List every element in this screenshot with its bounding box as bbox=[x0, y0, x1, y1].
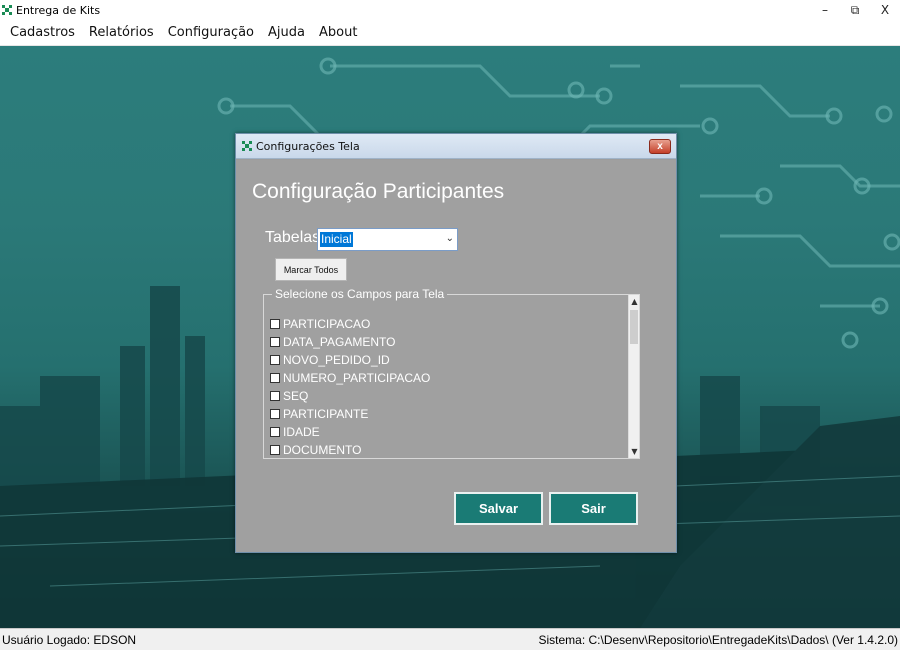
menu-ajuda[interactable]: Ajuda bbox=[261, 25, 312, 40]
fields-group-label: Selecione os Campos para Tela bbox=[272, 287, 448, 301]
config-dialog: Configurações Tela x Configuração Partic… bbox=[235, 133, 677, 553]
minimize-button[interactable]: – bbox=[810, 0, 840, 20]
field-item-documento[interactable]: DOCUMENTO bbox=[270, 441, 625, 459]
chevron-down-icon[interactable]: ⌄ bbox=[446, 233, 454, 244]
menu-bar: Cadastros Relatórios Configuração Ajuda … bbox=[0, 20, 900, 46]
app-title: Entrega de Kits bbox=[16, 3, 101, 17]
field-label: IDADE bbox=[283, 425, 320, 439]
fields-checklist: PARTICIPACAO DATA_PAGAMENTO NOVO_PEDIDO_… bbox=[270, 315, 625, 459]
fields-groupbox: Selecione os Campos para Tela PARTICIPAC… bbox=[263, 287, 640, 459]
close-button[interactable]: X bbox=[870, 0, 900, 20]
scroll-thumb[interactable] bbox=[630, 310, 638, 344]
dialog-body: Configuração Participantes Tabelas Inici… bbox=[236, 160, 676, 552]
dialog-titlebar[interactable]: Configurações Tela x bbox=[236, 134, 676, 159]
tabelas-select[interactable]: Inicial ⌄ bbox=[317, 228, 458, 251]
field-item-numero-participacao[interactable]: NUMERO_PARTICIPACAO bbox=[270, 369, 625, 387]
scroll-up-icon[interactable]: ▲ bbox=[629, 296, 640, 307]
field-label: DATA_PAGAMENTO bbox=[283, 335, 396, 349]
checkbox[interactable] bbox=[270, 337, 280, 347]
dialog-title: Configurações Tela bbox=[256, 139, 360, 153]
field-item-data-pagamento[interactable]: DATA_PAGAMENTO bbox=[270, 333, 625, 351]
field-label: PARTICIPACAO bbox=[283, 317, 371, 331]
window-controls: – ⧉ X bbox=[810, 0, 900, 20]
field-item-novo-pedido-id[interactable]: NOVO_PEDIDO_ID bbox=[270, 351, 625, 369]
status-system: Sistema: C:\Desenv\Repositorio\Entregade… bbox=[538, 632, 898, 647]
field-item-participante[interactable]: PARTICIPANTE bbox=[270, 405, 625, 423]
restore-button[interactable]: ⧉ bbox=[840, 0, 870, 20]
app-titlebar[interactable]: Entrega de Kits – ⧉ X bbox=[0, 0, 900, 20]
menu-relatorios[interactable]: Relatórios bbox=[82, 25, 161, 40]
status-bar: Usuário Logado: EDSON Sistema: C:\Desenv… bbox=[0, 628, 900, 650]
menu-cadastros[interactable]: Cadastros bbox=[3, 25, 82, 40]
field-label: DOCUMENTO bbox=[283, 443, 362, 457]
status-user: Usuário Logado: EDSON bbox=[2, 632, 137, 647]
sair-button[interactable]: Sair bbox=[549, 492, 638, 525]
field-label: NOVO_PEDIDO_ID bbox=[283, 353, 390, 367]
checkbox[interactable] bbox=[270, 409, 280, 419]
field-item-seq[interactable]: SEQ bbox=[270, 387, 625, 405]
field-label: PARTICIPANTE bbox=[283, 407, 369, 421]
field-label: SEQ bbox=[283, 389, 309, 403]
fields-scrollbar[interactable]: ▲ ▼ bbox=[628, 295, 639, 458]
app-logo-icon bbox=[2, 5, 12, 15]
checkbox[interactable] bbox=[270, 427, 280, 437]
dialog-close-button[interactable]: x bbox=[649, 139, 671, 154]
marcar-todos-button[interactable]: Marcar Todos bbox=[275, 258, 347, 281]
scroll-down-icon[interactable]: ▼ bbox=[629, 446, 640, 457]
tabelas-select-value: Inicial bbox=[320, 232, 353, 247]
menu-about[interactable]: About bbox=[312, 25, 364, 40]
salvar-button[interactable]: Salvar bbox=[454, 492, 543, 525]
field-label: NUMERO_PARTICIPACAO bbox=[283, 371, 431, 385]
checkbox[interactable] bbox=[270, 373, 280, 383]
dialog-heading: Configuração Participantes bbox=[252, 180, 505, 203]
field-item-idade[interactable]: IDADE bbox=[270, 423, 625, 441]
checkbox[interactable] bbox=[270, 319, 280, 329]
menu-configuracao[interactable]: Configuração bbox=[161, 25, 261, 40]
field-item-participacao[interactable]: PARTICIPACAO bbox=[270, 315, 625, 333]
checkbox[interactable] bbox=[270, 355, 280, 365]
tabelas-label: Tabelas bbox=[265, 229, 321, 246]
checkbox[interactable] bbox=[270, 391, 280, 401]
dialog-logo-icon bbox=[242, 141, 252, 151]
checkbox[interactable] bbox=[270, 445, 280, 455]
